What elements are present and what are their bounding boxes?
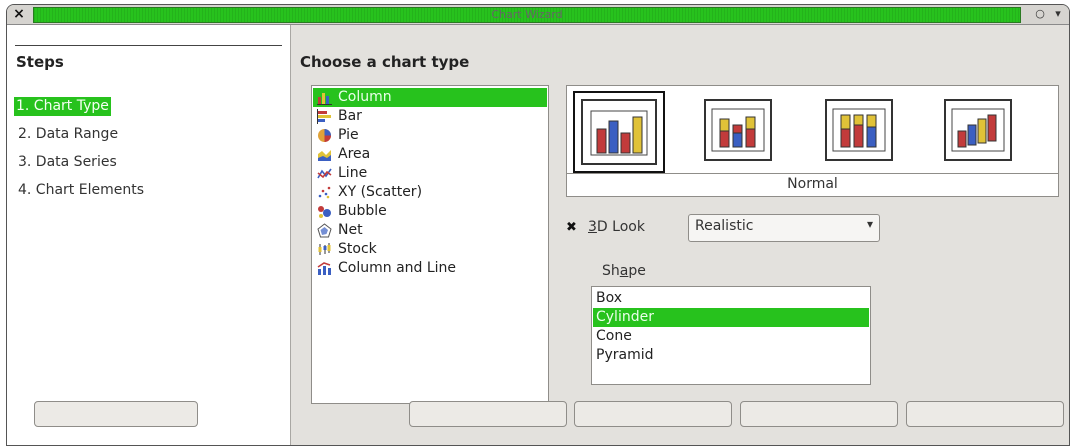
chart-type-net[interactable]: Net — [313, 221, 547, 240]
variant-frame — [581, 99, 657, 165]
chart-type-column-and-line[interactable]: Column and Line — [313, 259, 547, 278]
chart-type-label: Bar — [338, 108, 362, 124]
chart-type-stock[interactable]: Stock — [313, 240, 547, 259]
step-chart-type[interactable]: 1. Chart Type — [14, 97, 111, 116]
shape-label-post: pe — [628, 263, 646, 279]
chart-type-label: XY (Scatter) — [338, 184, 423, 200]
bar-chart-icon — [317, 109, 331, 124]
scatter-chart-icon — [318, 186, 331, 199]
chart-type-label: Bubble — [338, 203, 387, 219]
area-chart-icon — [318, 150, 331, 161]
3d-look-label[interactable]: 3D Look — [588, 219, 645, 235]
deep-column-variant-icon — [951, 108, 1005, 152]
3d-look-label-rest: D Look — [596, 219, 645, 235]
bubble-chart-icon — [318, 206, 331, 218]
3d-look-value: Realistic — [695, 218, 754, 234]
chart-type-label: Stock — [338, 241, 377, 257]
normal-column-variant-icon — [590, 110, 648, 156]
chart-type-label: Line — [338, 165, 368, 181]
chart-variant-panel: Normal — [566, 85, 1059, 197]
column-chart-icon — [317, 93, 332, 105]
chart-type-xy-scatter[interactable]: XY (Scatter) — [313, 183, 547, 202]
variant-caption: Normal — [567, 173, 1058, 194]
3d-look-access-key: 3 — [588, 219, 597, 235]
chart-type-heading: Choose a chart type — [300, 53, 470, 71]
variant-percent-stacked[interactable] — [821, 95, 897, 163]
net-chart-icon — [317, 223, 332, 238]
variant-frame — [944, 99, 1012, 161]
column-line-chart-icon — [317, 262, 331, 275]
variant-frame — [704, 99, 772, 161]
stacked-column-variant-icon — [711, 108, 765, 152]
chart-type-label: Area — [338, 146, 371, 162]
3d-look-dropdown[interactable]: Realistic ▾ — [688, 214, 880, 242]
chart-type-pie[interactable]: Pie — [313, 126, 547, 145]
step-chart-elements[interactable]: 4. Chart Elements — [16, 181, 146, 200]
step-data-range[interactable]: 2. Data Range — [16, 125, 120, 144]
stock-chart-icon — [318, 243, 331, 255]
window-menu-icon[interactable]: ▾ — [1051, 7, 1065, 21]
3d-look-checkbox[interactable]: ✖ — [566, 221, 578, 234]
chart-type-label: Net — [338, 222, 363, 238]
steps-pane: Steps 1. Chart Type 2. Data Range 3. Dat… — [7, 25, 291, 445]
chart-type-area[interactable]: Area — [313, 145, 547, 164]
line-chart-icon — [317, 168, 332, 179]
chart-type-label: Column and Line — [338, 260, 457, 276]
close-icon[interactable]: × — [11, 7, 27, 21]
variant-normal[interactable] — [573, 91, 665, 173]
chart-type-bar[interactable]: Bar — [313, 107, 547, 126]
chart-wizard-window: × Chart Wizard ○ ▾ Steps 1. Chart Type 2… — [6, 4, 1070, 446]
steps-divider — [15, 45, 282, 46]
chart-type-list[interactable]: Column Bar Pie Area Line XY (Scatter) Bu… — [311, 85, 549, 404]
shape-pyramid[interactable]: Pyramid — [593, 346, 869, 365]
variant-deep[interactable] — [940, 95, 1016, 163]
shape-cone[interactable]: Cone — [593, 327, 869, 346]
step-data-series[interactable]: 3. Data Series — [16, 153, 119, 172]
chart-type-line[interactable]: Line — [313, 164, 547, 183]
pie-chart-icon — [318, 129, 331, 142]
shape-label: Shape — [602, 263, 646, 279]
variant-stacked[interactable] — [700, 95, 776, 163]
chart-type-column[interactable]: Column — [313, 88, 547, 107]
shape-box[interactable]: Box — [593, 289, 869, 308]
variant-frame — [825, 99, 893, 161]
shape-cylinder[interactable]: Cylinder — [593, 308, 869, 327]
title-bar-fill: Chart Wizard — [33, 7, 1021, 23]
title-bar[interactable]: × Chart Wizard ○ ▾ — [7, 5, 1069, 25]
shape-list[interactable]: Box Cylinder Cone Pyramid — [591, 286, 871, 385]
chart-type-label: Column — [338, 89, 392, 105]
window-title: Chart Wizard — [491, 8, 563, 21]
minimize-icon[interactable]: ○ — [1033, 7, 1047, 21]
percent-stacked-column-variant-icon — [832, 108, 886, 152]
steps-title: Steps — [16, 53, 64, 71]
chart-type-bubble[interactable]: Bubble — [313, 202, 547, 221]
shape-label-pre: Sh — [602, 263, 620, 279]
chart-type-label: Pie — [338, 127, 359, 143]
chevron-down-icon: ▾ — [866, 217, 873, 231]
